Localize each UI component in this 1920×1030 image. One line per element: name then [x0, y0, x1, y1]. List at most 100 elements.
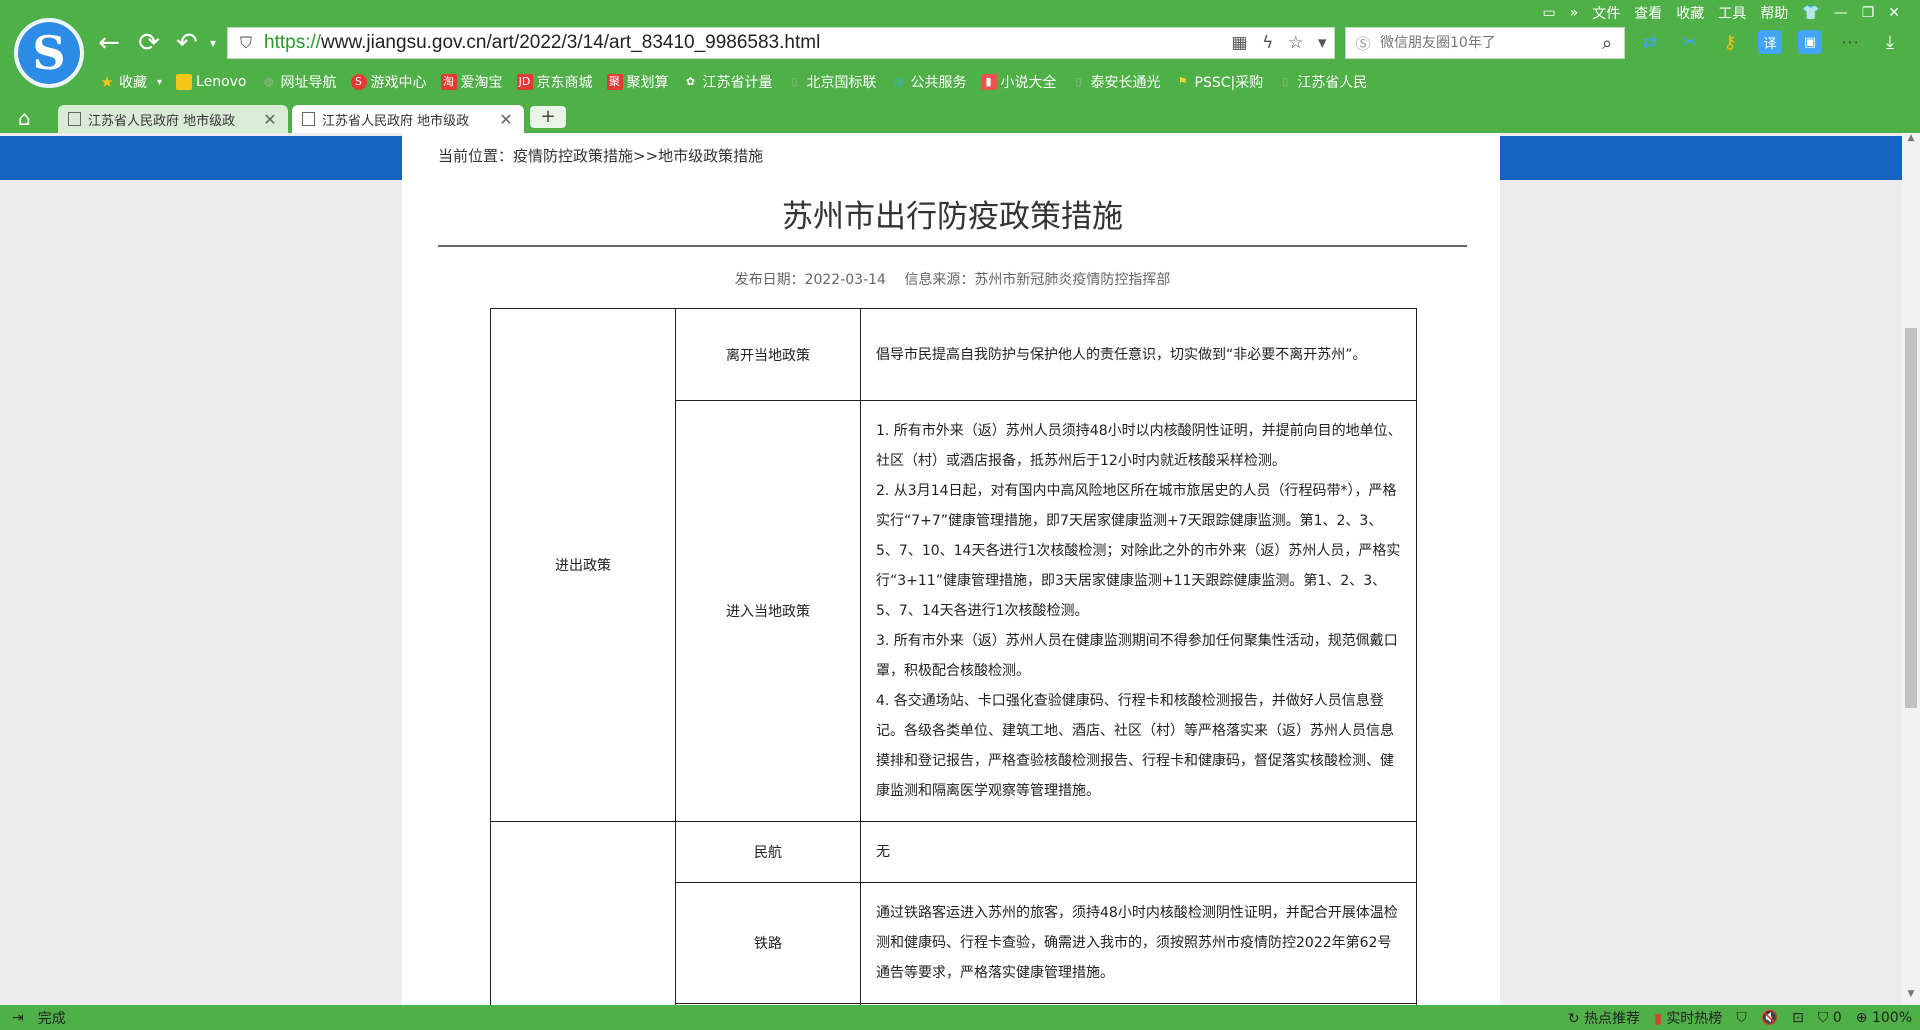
bookmark-pssc[interactable]: ⚑ PSSC|采购: [1171, 72, 1268, 92]
category-cell-transport: [490, 821, 676, 1005]
title-divider: [438, 245, 1467, 247]
status-bar: ⇥ 完成 ↻ 热点推荐 ▮ 实时热榜 ⛉ 🔇 ⊡ ⛉ 0 ⊕ 100%: [0, 1005, 1920, 1030]
bookmark-jiangsu-gov[interactable]: ▯ 江苏省人民: [1273, 72, 1371, 92]
address-bar[interactable]: ⛉ https://www.jiangsu.gov.cn/art/2022/3/…: [227, 27, 1335, 59]
page-icon: ▯: [791, 75, 798, 88]
enter-item: 1. 所有市外来（返）苏州人员须持48小时以内核酸阴性证明，并提前向目的地单位、…: [876, 423, 1402, 469]
star-icon: ★: [100, 73, 114, 91]
menu-view[interactable]: 查看: [1634, 3, 1662, 23]
new-tab-button[interactable]: +: [530, 106, 566, 128]
bookmark-taian[interactable]: ▯ 泰安长通光: [1067, 72, 1165, 92]
bookmark-favorites[interactable]: ★ 收藏 ▾: [95, 72, 166, 92]
star-icon[interactable]: ☆: [1288, 33, 1303, 53]
page-title: 苏州市出行防疫政策措施: [782, 199, 1123, 235]
scroll-thumb[interactable]: [1905, 328, 1917, 708]
scroll-up-icon[interactable]: ▲: [1902, 133, 1920, 149]
mute-icon[interactable]: 🔇: [1761, 1010, 1778, 1026]
download-icon[interactable]: ⤓: [1878, 30, 1902, 54]
undo-dropdown-icon[interactable]: ▾: [198, 28, 228, 58]
close-window-icon[interactable]: ✕: [1888, 5, 1900, 21]
close-icon[interactable]: ✕: [498, 110, 514, 129]
circle-icon: ◎: [893, 75, 904, 88]
extension-bar: ⇄ ✂ ⚷ 译 ▣ ⋯ ⤓: [1638, 30, 1902, 54]
article-page: 当前位置：疫情防控政策措施>>地市级政策措施 苏州市出行防疫政策措施 发布日期：…: [402, 133, 1500, 1005]
window-icon[interactable]: ⊡: [1792, 1010, 1804, 1026]
tab-jiangsu-2[interactable]: 江苏省人民政府 地市级政 ✕: [292, 105, 524, 133]
more-icon[interactable]: ⋯: [1838, 30, 1862, 54]
bookmark-taobao[interactable]: 淘爱淘宝: [437, 72, 507, 92]
key-icon[interactable]: ⚷: [1718, 30, 1742, 54]
jd-icon: JD: [516, 74, 533, 90]
bookmarks-bar: ★ 收藏 ▾ Lenovo ◍ 网址导航 S 游戏中心 淘爱淘宝 JD 京东商城 聚聚划算…: [95, 70, 1371, 94]
row-label-rail: 铁路: [675, 882, 861, 1004]
menu-favorites[interactable]: 收藏: [1676, 3, 1704, 23]
scissors-icon[interactable]: ✂: [1678, 30, 1702, 54]
category-cell: 进出政策: [490, 308, 676, 822]
browser-chrome: S ▭ » 文件 查看 收藏 工具 帮助 👕 — ❐ ✕ ← ⟳ ↶ ▾ ⛉ h…: [0, 0, 1920, 133]
screen-icon[interactable]: ▣: [1798, 30, 1822, 54]
search-box[interactable]: Ⓢ ⌕: [1345, 27, 1625, 59]
bookmark-juhuasuan[interactable]: 聚聚划算: [603, 72, 673, 92]
chevron-down-icon: ▾: [157, 76, 163, 88]
close-icon[interactable]: ✕: [262, 110, 278, 129]
expand-icon[interactable]: »: [1570, 5, 1579, 21]
breadcrumb-link-city[interactable]: 地市级政策措施: [658, 147, 763, 165]
row-label-leave: 离开当地政策: [675, 308, 861, 401]
page-icon: [68, 112, 81, 126]
menu-tools[interactable]: 工具: [1718, 3, 1746, 23]
breadcrumb: 当前位置：疫情防控政策措施>>地市级政策措施: [438, 147, 764, 165]
search-icon[interactable]: ⌕: [1590, 33, 1624, 54]
page-icon: ▯: [1282, 75, 1289, 88]
sidebar-toggle-icon[interactable]: ⇥: [12, 1010, 24, 1026]
aviation-text: 无: [860, 821, 1417, 883]
ad-block[interactable]: ⛉ 0: [1818, 1010, 1842, 1026]
realtime-hot-list[interactable]: ▮ 实时热榜: [1654, 1008, 1722, 1028]
bookmark-games[interactable]: S 游戏中心: [347, 72, 431, 92]
article-meta: 发布日期：2022-03-14 信息来源：苏州市新冠肺炎疫情防控指挥部: [438, 269, 1467, 289]
search-engine-icon[interactable]: Ⓢ: [1346, 33, 1380, 54]
search-input[interactable]: [1380, 35, 1590, 51]
minimize-icon[interactable]: —: [1834, 5, 1848, 21]
enter-item: 3. 所有市外来（返）苏州人员在健康监测期间不得参加任何聚集性活动，规范佩戴口罩…: [876, 633, 1398, 679]
translate-icon[interactable]: 译: [1758, 30, 1782, 54]
qrcode-icon[interactable]: ▦: [1231, 33, 1247, 53]
bookmark-nav[interactable]: ◍ 网址导航: [257, 72, 341, 92]
window-layout-icon[interactable]: ▭: [1542, 5, 1555, 21]
rail-text: 通过铁路客运进入苏州的旅客，须持48小时内核酸检测阴性证明，并配合开展体温检测和…: [860, 882, 1417, 1004]
enter-item: 4. 各交通场站、卡口强化查验健康码、行程卡和核酸检测报告，并做好人员信息登记。…: [876, 693, 1394, 799]
juhuasuan-icon: 聚: [606, 74, 623, 90]
breadcrumb-link-epidemic[interactable]: 疫情防控政策措施: [513, 147, 633, 165]
status-text: 完成: [37, 1010, 66, 1027]
bookmark-beijing[interactable]: ▯ 北京国标联: [783, 72, 881, 92]
sogou-browser-logo[interactable]: S: [14, 18, 84, 88]
secure-shield-icon: ⛉: [239, 33, 252, 52]
translate-ext-icon[interactable]: ⇄: [1638, 30, 1662, 54]
hot-recommend[interactable]: ↻ 热点推荐: [1568, 1008, 1640, 1028]
skin-icon[interactable]: 👕: [1802, 5, 1819, 21]
bookmark-lenovo[interactable]: Lenovo: [172, 74, 250, 90]
folder-icon: [176, 74, 193, 90]
shield-check-icon[interactable]: ⛉: [1736, 1010, 1747, 1026]
vertical-scrollbar[interactable]: ▲ ▼: [1902, 133, 1920, 1005]
bookmark-jd[interactable]: JD 京东商城: [513, 72, 597, 92]
lightning-icon[interactable]: ϟ: [1262, 33, 1273, 53]
tab-jiangsu-1[interactable]: 江苏省人民政府 地市级政 ✕: [58, 105, 288, 133]
menu-file[interactable]: 文件: [1592, 3, 1620, 23]
row-label-aviation: 民航: [675, 821, 861, 883]
policy-table: 进出政策 离开当地政策 倡导市民提高自我防护与保护他人的责任意识，切实做到“非必…: [490, 308, 1417, 1005]
globe-icon: ◍: [263, 75, 274, 88]
bookmark-novels[interactable]: ▮ 小说大全: [977, 72, 1061, 92]
page-icon: [302, 112, 315, 126]
scroll-down-icon[interactable]: ▼: [1902, 989, 1920, 1005]
home-icon[interactable]: ⌂: [18, 106, 31, 130]
address-url[interactable]: https://www.jiangsu.gov.cn/art/2022/3/14…: [264, 32, 1224, 54]
refresh-icon[interactable]: ⟳: [134, 28, 164, 58]
enter-item: 2. 从3月14日起，对有国内中高风险地区所在城市旅居史的人员（行程码带*），严…: [876, 483, 1401, 619]
restore-icon[interactable]: ❐: [1862, 5, 1875, 21]
bookmark-public-service[interactable]: ◎ 公共服务: [887, 72, 971, 92]
back-arrow-icon[interactable]: ←: [94, 28, 124, 58]
bookmark-jiangsu-metrology[interactable]: ✿ 江苏省计量: [679, 72, 777, 92]
zoom-level[interactable]: ⊕ 100%: [1856, 1010, 1912, 1026]
chevron-down-icon[interactable]: ▾: [1318, 33, 1327, 53]
menu-help[interactable]: 帮助: [1760, 3, 1788, 23]
